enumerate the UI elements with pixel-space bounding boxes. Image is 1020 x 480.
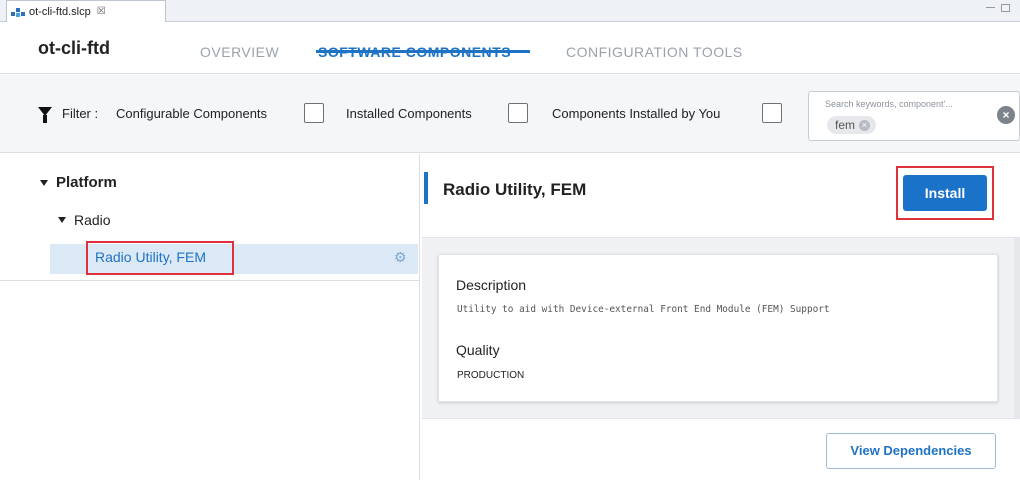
tree-item-radio-utility-fem[interactable]: Radio Utility, FEM <box>95 249 206 265</box>
tree-category-platform[interactable]: Platform <box>40 174 117 191</box>
close-tab-icon[interactable]: ☒ <box>97 6 106 17</box>
clear-search-icon[interactable]: × <box>997 106 1015 124</box>
expand-caret-icon <box>40 179 48 186</box>
search-placeholder: Search keywords, component'... <box>825 99 953 109</box>
search-input[interactable]: Search keywords, component'... fem × × <box>808 91 1020 141</box>
tab-overview[interactable]: OVERVIEW <box>200 44 279 60</box>
view-dependencies-button[interactable]: View Dependencies <box>826 433 996 469</box>
tree-divider <box>0 280 420 281</box>
remove-chip-icon[interactable]: × <box>859 119 871 131</box>
filter-prefix: Filter : <box>62 106 99 121</box>
tree-subcategory-label: Radio <box>74 212 111 228</box>
active-tab-indicator <box>316 50 530 53</box>
gear-icon[interactable]: ⚙ <box>394 250 408 264</box>
header: ot-cli-ftd OVERVIEW SOFTWARE COMPONENTS … <box>0 22 1020 74</box>
component-title: Radio Utility, FEM <box>443 180 587 199</box>
tab-configuration-tools[interactable]: CONFIGURATION TOOLS <box>566 44 743 60</box>
description-heading: Description <box>456 277 527 293</box>
minimize-icon[interactable] <box>986 7 995 10</box>
tree-category-label: Platform <box>56 174 117 191</box>
editor-tab[interactable]: ot-cli-ftd.slcp ☒ <box>6 0 166 22</box>
install-button[interactable]: Install <box>903 175 987 211</box>
installed-components-checkbox[interactable] <box>508 103 528 123</box>
editor-tab-label: ot-cli-ftd.slcp <box>29 5 91 18</box>
quality-heading: Quality <box>456 342 500 358</box>
description-text: Utility to aid with Device-external Fron… <box>457 304 830 315</box>
configurable-components-checkbox[interactable] <box>304 103 324 123</box>
filter-icon <box>38 107 52 123</box>
maximize-icon[interactable] <box>1001 4 1010 12</box>
installed-by-you-checkbox[interactable] <box>762 103 782 123</box>
quality-value: PRODUCTION <box>457 370 525 381</box>
project-title: ot-cli-ftd <box>38 38 110 58</box>
project-file-icon <box>11 7 25 17</box>
filter-installed-by-you-label: Components Installed by You <box>552 106 721 121</box>
search-keyword-chip[interactable]: fem × <box>827 116 877 134</box>
tree-subcategory-radio[interactable]: Radio <box>58 212 111 228</box>
title-accent-bar <box>424 172 428 204</box>
filter-installed-label: Installed Components <box>346 106 472 121</box>
filter-configurable-label: Configurable Components <box>116 106 268 121</box>
filter-bar: Filter : Configurable Components Install… <box>0 75 1020 153</box>
component-tree <box>0 154 420 480</box>
expand-caret-icon <box>58 217 66 223</box>
window-controls <box>986 4 1010 12</box>
editor-tabstrip: ot-cli-ftd.slcp ☒ <box>0 0 1020 22</box>
search-chip-label: fem <box>835 118 856 132</box>
